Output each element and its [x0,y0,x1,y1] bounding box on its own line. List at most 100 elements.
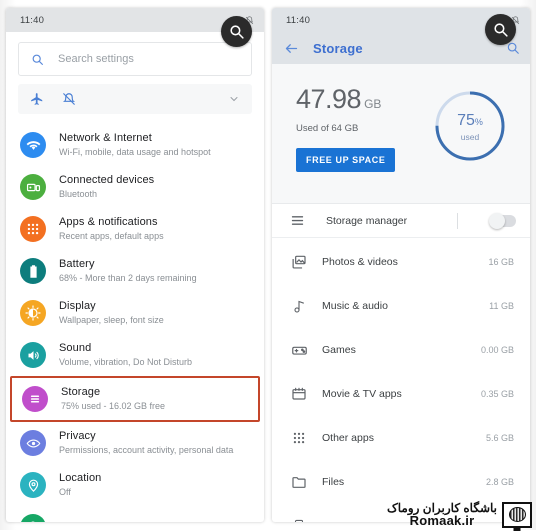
sidebar-item-title: Display [59,300,96,312]
storage-manager-label: Storage manager [326,214,408,227]
category-name: Files [322,476,345,488]
list-icon [288,213,306,228]
category-size: 11 GB [489,301,514,311]
music-note-icon [290,299,308,314]
sound-icon [20,342,46,368]
sidebar-item-privacy[interactable]: Privacy Permissions, account activity, p… [6,422,264,464]
battery-icon [20,258,46,284]
do-not-disturb-icon[interactable] [62,92,76,106]
sidebar-item-subtitle: Bluetooth [59,189,98,199]
gamepad-icon [290,342,308,359]
right-status-time: 11:40 [286,14,311,26]
donut-center-label: 75% used [432,88,508,164]
magnifier-overlay-badge-right[interactable] [485,14,516,45]
sidebar-item-title: Network & Internet [59,132,152,144]
privacy-eye-icon [20,430,46,456]
sidebar-item-title: Connected devices [59,174,155,186]
storage-usage-donut: 75% used [432,88,508,164]
sidebar-item-apps-notifications[interactable]: Apps & notifications Recent apps, defaul… [6,208,264,250]
watermark-text: باشگاه کاربران روماک Romaak.ir [387,502,497,528]
search-icon [32,54,43,65]
category-name: Music & audio [322,300,388,312]
storage-category-other-apps[interactable]: Other apps 5.6 GB [272,416,530,460]
storage-category-files[interactable]: Files 2.8 GB [272,460,530,504]
category-size: 0.35 GB [480,389,514,399]
sidebar-item-title: Location [59,472,102,484]
sidebar-item-battery[interactable]: Battery 68% - More than 2 days remaining [6,250,264,292]
sidebar-item-title: Sound [59,342,92,354]
search-input-placeholder: Search settings [58,53,134,65]
sidebar-item-title: Privacy [59,430,96,442]
system-phone-icon [290,519,308,522]
category-name: System [322,520,357,522]
magnifier-overlay-badge-left[interactable] [221,16,252,47]
category-name: Photos & videos [322,256,398,268]
chevron-down-icon[interactable] [228,93,240,105]
storage-category-movie-tv-apps[interactable]: Movie & TV apps 0.35 GB [272,372,530,416]
sidebar-item-subtitle: Off [59,487,71,497]
sidebar-item-subtitle: Wallpaper, sleep, font size [59,315,164,325]
sidebar-item-title: Security [59,520,100,522]
sidebar-item-title: Storage [61,386,101,398]
storage-icon [22,386,48,412]
sidebar-item-location[interactable]: Location Off [6,464,264,506]
devices-icon [20,174,46,200]
apps-grid-icon [290,431,308,445]
storage-summary: 47.98 GB Used of 64 GB FREE UP SPACE 75% … [272,64,530,204]
sidebar-item-subtitle: Volume, vibration, Do Not Disturb [59,357,193,367]
security-lock-icon [20,514,46,522]
magnifier-icon [494,23,508,37]
search-settings-bar[interactable]: Search settings [18,42,252,76]
storage-phone-panel: 11:40 Storage 47.98 GB Used of 64 GB FRE… [272,8,530,522]
settings-phone-panel: 11:40 Search settings Network & Internet… [6,8,264,522]
folder-icon [290,474,308,490]
storage-categories-list: Photos & videos 16 GB Music & audio 11 G… [272,238,530,522]
storage-manager-row[interactable]: Storage manager [272,204,530,238]
wifi-icon [20,132,46,158]
storage-category-music-audio[interactable]: Music & audio 11 GB [272,284,530,328]
magnifier-icon [230,25,244,39]
category-name: Games [322,344,356,356]
category-size: 5.6 GB [485,433,514,443]
free-up-space-button[interactable]: FREE UP SPACE [296,148,396,172]
sidebar-item-network-internet[interactable]: Network & Internet Wi-Fi, mobile, data u… [6,124,264,166]
storage-category-games[interactable]: Games 0.00 GB [272,328,530,372]
category-size: 0.00 GB [480,345,514,355]
search-icon[interactable] [506,41,520,55]
storage-manager-toggle[interactable] [489,212,516,229]
category-name: Other apps [322,432,374,444]
storage-category-photos-videos[interactable]: Photos & videos 16 GB [272,240,530,284]
quick-settings-chip[interactable] [18,84,252,114]
sidebar-item-storage[interactable]: Storage 75% used - 16.02 GB free [10,376,260,422]
sidebar-item-subtitle: Recent apps, default apps [59,231,164,241]
category-size: 2.8 GB [485,477,514,487]
sidebar-item-security[interactable]: Security [6,506,264,522]
settings-items-list: Network & Internet Wi-Fi, mobile, data u… [6,114,264,522]
sidebar-item-connected-devices[interactable]: Connected devices Bluetooth [6,166,264,208]
vertical-divider [457,212,458,229]
storage-summary-text: 47.98 GB Used of 64 GB FREE UP SPACE [288,84,432,172]
sidebar-item-title: Apps & notifications [59,216,158,228]
sidebar-item-title: Battery [59,258,95,270]
screenshot-stage: 11:40 Search settings Network & Internet… [0,0,536,531]
sidebar-item-subtitle: Permissions, account activity, personal … [59,445,234,455]
donut-percent: 75% [457,112,483,129]
watermark: باشگاه کاربران روماک Romaak.ir [387,502,532,531]
left-status-time: 11:40 [20,14,45,26]
storage-used-unit: GB [364,97,382,111]
category-size: 16 GB [488,257,514,267]
toggle-knob [489,212,505,229]
sidebar-item-subtitle: 75% used - 16.02 GB free [61,401,166,411]
sidebar-item-display[interactable]: Display Wallpaper, sleep, font size [6,292,264,334]
back-arrow-icon[interactable] [284,41,299,56]
sidebar-item-sound[interactable]: Sound Volume, vibration, Do Not Disturb [6,334,264,376]
donut-caption: used [460,132,480,142]
storage-used-value: 47.98 [296,84,362,114]
watermark-english: Romaak.ir [409,513,475,529]
apps-grid-icon [20,216,46,242]
movie-icon [290,386,308,402]
sidebar-item-subtitle: Wi-Fi, mobile, data usage and hotspot [59,147,211,157]
storage-capacity-label: Used of 64 GB [296,123,359,134]
sidebar-item-subtitle: 68% - More than 2 days remaining [59,273,197,283]
airplane-mode-icon[interactable] [30,92,44,106]
